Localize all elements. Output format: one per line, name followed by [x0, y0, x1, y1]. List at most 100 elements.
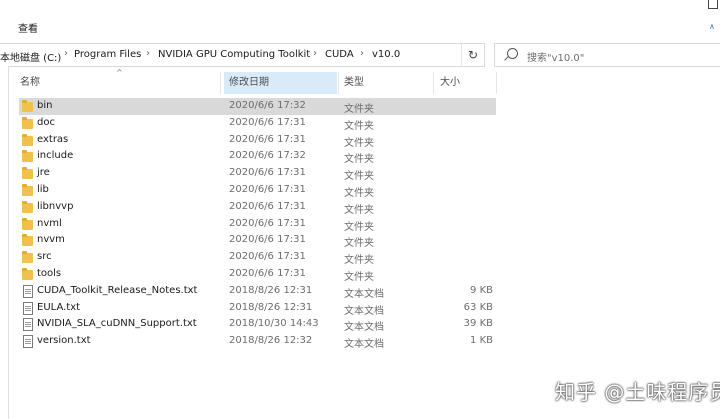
text-file-icon [22, 335, 33, 349]
refresh-button[interactable]: ↻ [461, 43, 485, 67]
file-date: 2020/6/6 17:31 [229, 200, 306, 212]
file-name: extras [37, 133, 69, 145]
column-header-date[interactable]: 修改日期 [224, 72, 337, 94]
file-name: version.txt [37, 335, 91, 347]
file-date: 2018/8/26 12:31 [229, 284, 313, 296]
file-date: 2020/6/6 17:32 [229, 150, 306, 162]
folder-icon [22, 116, 33, 129]
file-name: include [37, 150, 74, 162]
file-name: doc [37, 116, 55, 128]
minimize-icon[interactable] [708, 0, 718, 9]
file-name: bin [37, 100, 53, 111]
navigation-pane [0, 66, 9, 419]
folder-icon [22, 217, 33, 230]
file-date: 2020/6/6 17:31 [229, 217, 306, 229]
file-type: 文件夹 [344, 238, 374, 250]
file-type: 文件夹 [344, 255, 374, 267]
file-date: 2018/8/26 12:31 [229, 301, 313, 313]
file-row[interactable]: include 2020/6/6 17:32 文件夹 [19, 148, 496, 165]
folder-icon [22, 184, 33, 196]
file-row[interactable]: src 2020/6/6 17:31 文件夹 [19, 249, 496, 266]
search-placeholder: 搜索"v10.0" [527, 53, 585, 64]
folder-icon [22, 100, 33, 112]
folder-icon [22, 251, 33, 264]
file-type: 文本文档 [344, 288, 384, 300]
file-row[interactable]: NVIDIA_SLA_cuDNN_Support.txt 2018/10/30 1… [19, 316, 496, 333]
file-date: 2020/6/6 17:31 [229, 133, 306, 145]
file-date: 2020/6/6 17:31 [229, 234, 306, 246]
file-row[interactable]: doc 2020/6/6 17:31 文件夹 [19, 115, 496, 132]
folder-icon [22, 268, 33, 280]
file-row[interactable]: extras 2020/6/6 17:31 文件夹 [19, 132, 496, 149]
text-file-icon [22, 318, 33, 332]
chevron-up-icon[interactable]: ∧ [709, 22, 715, 31]
search-icon [507, 48, 518, 59]
file-type: 文件夹 [344, 221, 374, 233]
address-bar[interactable]: 本地磁盘 (C:) › Program Files › NVIDIA GPU C… [0, 43, 485, 67]
breadcrumb-v10[interactable]: v10.0 [372, 49, 400, 60]
breadcrumb-separator[interactable]: › [360, 48, 364, 59]
column-header-name[interactable]: 名称 [15, 72, 220, 94]
breadcrumb-separator[interactable]: › [313, 48, 317, 59]
breadcrumb-drive[interactable]: 本地磁盘 (C:) [0, 49, 61, 64]
file-name: libnvvp [37, 200, 74, 212]
breadcrumb-cuda[interactable]: CUDA [325, 49, 354, 60]
file-size: 39 KB [463, 318, 493, 330]
file-size: 63 KB [463, 301, 493, 313]
text-file-icon [22, 284, 33, 298]
file-type: 文本文档 [344, 305, 384, 317]
file-row[interactable]: EULA.txt 2018/8/26 12:31 文本文档 63 KB [19, 300, 496, 317]
file-size: 9 KB [470, 284, 493, 296]
tab-view[interactable]: 查看 [18, 20, 38, 35]
column-divider[interactable] [220, 72, 221, 94]
column-header-size[interactable]: 大小 [435, 72, 495, 94]
file-date: 2020/6/6 17:31 [229, 268, 306, 279]
file-name: CUDA_Toolkit_Release_Notes.txt [37, 284, 198, 296]
breadcrumb-separator[interactable]: › [146, 48, 150, 59]
breadcrumb-nvidia-toolkit[interactable]: NVIDIA GPU Computing Toolkit [158, 49, 310, 60]
file-date: 2020/6/6 17:31 [229, 167, 306, 179]
column-divider[interactable] [496, 72, 497, 94]
file-type: 文本文档 [344, 339, 384, 351]
file-size: 1 KB [470, 335, 493, 347]
file-date: 2018/8/26 12:32 [229, 335, 313, 347]
folder-icon [22, 167, 33, 180]
refresh-icon: ↻ [467, 48, 479, 62]
folder-icon [22, 200, 33, 213]
file-date: 2020/6/6 17:31 [229, 251, 306, 263]
ribbon: 查看 ∧ [0, 0, 720, 40]
file-date: 2020/6/6 17:31 [229, 184, 306, 195]
file-row[interactable]: libnvvp 2020/6/6 17:31 文件夹 [19, 199, 496, 216]
column-divider[interactable] [433, 72, 434, 94]
file-type: 文本文档 [344, 322, 384, 334]
breadcrumb-program-files[interactable]: Program Files [74, 49, 141, 60]
folder-icon [22, 133, 33, 146]
file-row[interactable]: nvml 2020/6/6 17:31 文件夹 [19, 216, 496, 233]
file-name: NVIDIA_SLA_cuDNN_Support.txt [37, 318, 197, 330]
file-row[interactable]: jre 2020/6/6 17:31 文件夹 [19, 165, 496, 182]
file-row[interactable]: CUDA_Toolkit_Release_Notes.txt 2018/8/26 … [19, 283, 496, 300]
file-type: 文件夹 [344, 171, 374, 183]
file-name: lib [37, 184, 49, 195]
file-type: 文件夹 [344, 120, 374, 132]
file-row[interactable]: version.txt 2018/8/26 12:32 文本文档 1 KB [19, 333, 496, 350]
column-header-type[interactable]: 类型 [339, 72, 431, 94]
file-row[interactable]: nvvm 2020/6/6 17:31 文件夹 [19, 232, 496, 249]
watermark: 知乎 @土味程序员 [555, 380, 720, 404]
file-name: EULA.txt [37, 301, 81, 313]
file-date: 2018/10/30 14:43 [229, 318, 319, 330]
file-name: nvml [37, 217, 62, 229]
file-row[interactable]: lib 2020/6/6 17:31 文件夹 [19, 182, 496, 199]
breadcrumb-separator[interactable]: › [64, 48, 68, 59]
file-date: 2020/6/6 17:32 [229, 100, 306, 111]
text-file-icon [22, 301, 33, 315]
file-type: 文件夹 [344, 204, 374, 216]
file-name: tools [37, 268, 62, 279]
file-type: 文件夹 [344, 137, 374, 149]
file-row[interactable]: bin 2020/6/6 17:32 文件夹 [19, 98, 496, 115]
file-name: nvvm [37, 234, 65, 246]
file-row[interactable]: tools 2020/6/6 17:31 文件夹 [19, 266, 496, 283]
search-box[interactable]: 搜索"v10.0" [494, 43, 720, 67]
file-name: jre [37, 167, 50, 179]
folder-icon [22, 150, 33, 163]
